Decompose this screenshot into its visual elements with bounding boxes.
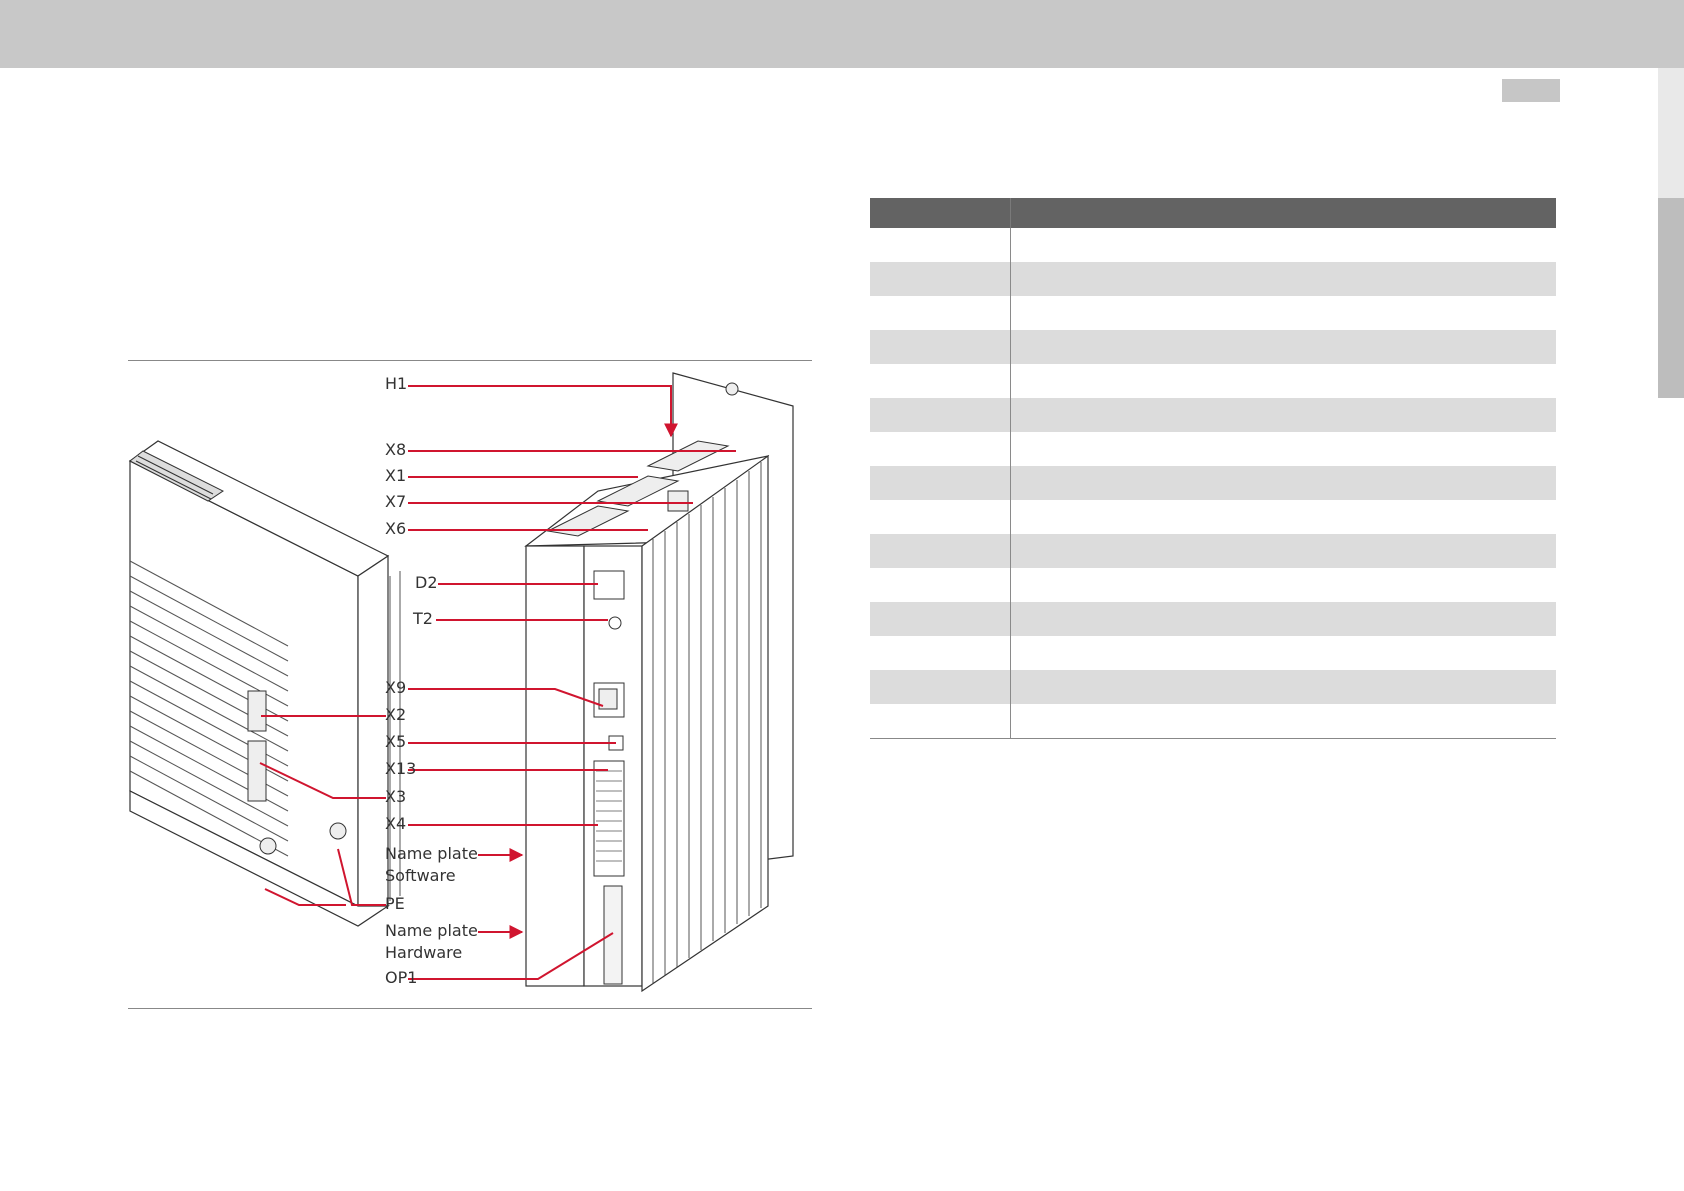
table-cell	[1011, 364, 1557, 398]
page-number-badge	[1502, 79, 1560, 102]
table-cell	[870, 636, 1011, 670]
table-cell	[870, 228, 1011, 262]
callout-t2: T2	[413, 609, 433, 628]
table-header-row	[870, 198, 1556, 228]
device-figure: H1 X8 X1 X7 X6 D2 T2 X9 X2 X5 X13 X3 X4 …	[128, 360, 812, 1009]
callout-x6: X6	[385, 519, 407, 538]
table-cell	[1010, 398, 1556, 432]
table-cell	[1010, 330, 1556, 364]
table-header-cell	[870, 198, 1011, 228]
table-cell	[1011, 500, 1557, 534]
table-cell	[1011, 228, 1557, 262]
table-cell	[1011, 636, 1557, 670]
table-row	[870, 262, 1556, 296]
callout-nameplate-software: Name plate Software	[385, 843, 478, 887]
table-row	[870, 296, 1556, 330]
callout-nameplate-software-line2: Software	[385, 866, 456, 885]
table-cell	[870, 398, 1011, 432]
callout-x4: X4	[385, 814, 407, 833]
table-row	[870, 500, 1556, 534]
callout-nameplate-hardware: Name plate Hardware	[385, 920, 478, 964]
table-row	[870, 602, 1556, 636]
table-row	[870, 330, 1556, 364]
table-cell	[870, 602, 1011, 636]
table-cell	[870, 262, 1011, 296]
callout-x1: X1	[385, 466, 407, 485]
table-row	[870, 704, 1556, 739]
callout-pe: PE	[385, 894, 405, 913]
callout-x5: X5	[385, 732, 407, 751]
table-row	[870, 228, 1556, 262]
table-row	[870, 432, 1556, 466]
table-row	[870, 398, 1556, 432]
table-cell	[1010, 534, 1556, 568]
table-cell	[1010, 704, 1556, 739]
table-cell	[870, 330, 1011, 364]
callout-op1: OP1	[385, 968, 418, 987]
table-cell	[870, 500, 1011, 534]
callout-x3: X3	[385, 787, 407, 806]
header-bar	[0, 0, 1684, 68]
table-cell	[870, 704, 1011, 739]
callout-nameplate-hardware-line2: Hardware	[385, 943, 463, 962]
callout-nameplate-hardware-line1: Name plate	[385, 921, 478, 940]
table-cell	[870, 670, 1011, 704]
table-row	[870, 364, 1556, 398]
table-header-cell	[1010, 198, 1556, 228]
callout-x2: X2	[385, 705, 407, 724]
table-row	[870, 568, 1556, 602]
table-cell	[1011, 568, 1557, 602]
table-cell	[870, 296, 1011, 330]
callout-x8: X8	[385, 440, 407, 459]
table-cell	[870, 568, 1011, 602]
table-cell	[870, 466, 1011, 500]
table-row	[870, 670, 1556, 704]
device-drawing	[128, 372, 794, 993]
leader-h1	[408, 385, 678, 438]
callout-h1: H1	[385, 374, 408, 393]
table-cell	[1010, 670, 1556, 704]
table-row	[870, 466, 1556, 500]
table-cell	[1011, 432, 1557, 466]
table-cell	[1010, 466, 1556, 500]
table-row	[870, 534, 1556, 568]
table-cell	[1010, 602, 1556, 636]
callout-d2: D2	[415, 573, 438, 592]
table-cell	[870, 432, 1011, 466]
chapter-tab[interactable]	[1658, 198, 1684, 398]
table-row	[870, 636, 1556, 670]
callout-nameplate-software-line1: Name plate	[385, 844, 478, 863]
spec-table	[870, 198, 1556, 739]
table-cell	[870, 364, 1011, 398]
table-cell	[870, 534, 1011, 568]
left-device-outline	[128, 440, 390, 927]
callout-x13: X13	[385, 759, 417, 778]
callout-x9: X9	[385, 678, 407, 697]
callout-x7: X7	[385, 492, 407, 511]
table-cell	[1010, 262, 1556, 296]
chapter-tab-background	[1658, 68, 1684, 198]
table-cell	[1011, 296, 1557, 330]
